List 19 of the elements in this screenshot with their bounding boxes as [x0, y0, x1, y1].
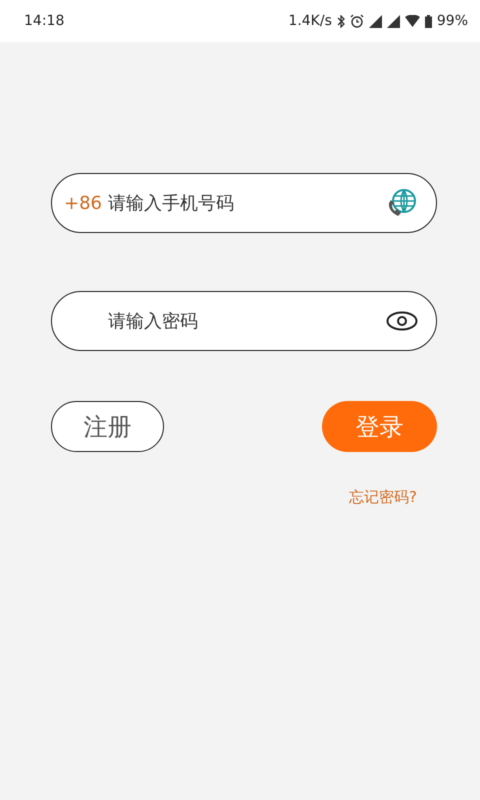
signal-icon — [368, 14, 382, 28]
password-field[interactable]: 请输入密码 — [51, 291, 437, 351]
wifi-icon — [404, 15, 420, 27]
login-button[interactable]: 登录 — [322, 401, 437, 452]
password-input[interactable]: 请输入密码 — [64, 310, 386, 332]
phone-input[interactable]: 请输入手机号码 — [108, 192, 386, 214]
country-code[interactable]: +86 — [64, 192, 102, 214]
signal-icon — [386, 14, 400, 28]
battery-icon — [424, 14, 432, 28]
alarm-icon — [350, 14, 364, 28]
register-button[interactable]: 注册 — [51, 401, 164, 452]
eye-icon[interactable] — [386, 311, 418, 331]
battery-level: 99% — [436, 13, 468, 29]
phone-field[interactable]: +86 请输入手机号码 — [51, 173, 437, 233]
clock: 14:18 — [24, 13, 64, 29]
bluetooth-icon — [336, 14, 345, 28]
forgot-password-link[interactable]: 忘记密码? — [349, 488, 417, 507]
network-speed: 1.4K/s — [288, 13, 332, 29]
globe-phone-icon[interactable] — [386, 187, 418, 219]
